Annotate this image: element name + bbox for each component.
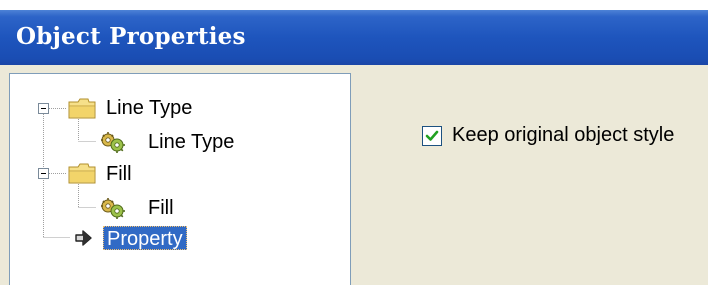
tree-node-line-type-folder[interactable]: Line Type [106, 96, 192, 120]
window-title: Object Properties [16, 23, 246, 50]
tree-node-line-type-item[interactable]: Line Type [148, 130, 234, 154]
arrow-right-icon [75, 230, 92, 246]
property-tree[interactable]: Line Type Line Type Fill Fill Property [9, 73, 351, 285]
keep-style-checkbox[interactable] [422, 126, 442, 146]
collapse-toggle-icon[interactable] [38, 168, 50, 180]
tree-node-fill-folder[interactable]: Fill [106, 162, 132, 186]
title-bar[interactable]: Object Properties [0, 10, 708, 65]
folder-open-icon [68, 163, 96, 184]
options-panel: Keep original object style [360, 73, 708, 285]
collapse-toggle-icon[interactable] [38, 103, 50, 115]
tree-node-property[interactable]: Property [103, 226, 187, 250]
object-properties-dialog: Object Properties Line Type Line Type Fi… [0, 10, 708, 285]
checkmark-icon [425, 130, 439, 141]
folder-open-icon [68, 98, 96, 119]
tree-node-fill-item[interactable]: Fill [148, 196, 174, 220]
keep-style-label[interactable]: Keep original object style [452, 123, 674, 147]
gear-icon [101, 198, 125, 219]
gear-icon [101, 132, 125, 153]
